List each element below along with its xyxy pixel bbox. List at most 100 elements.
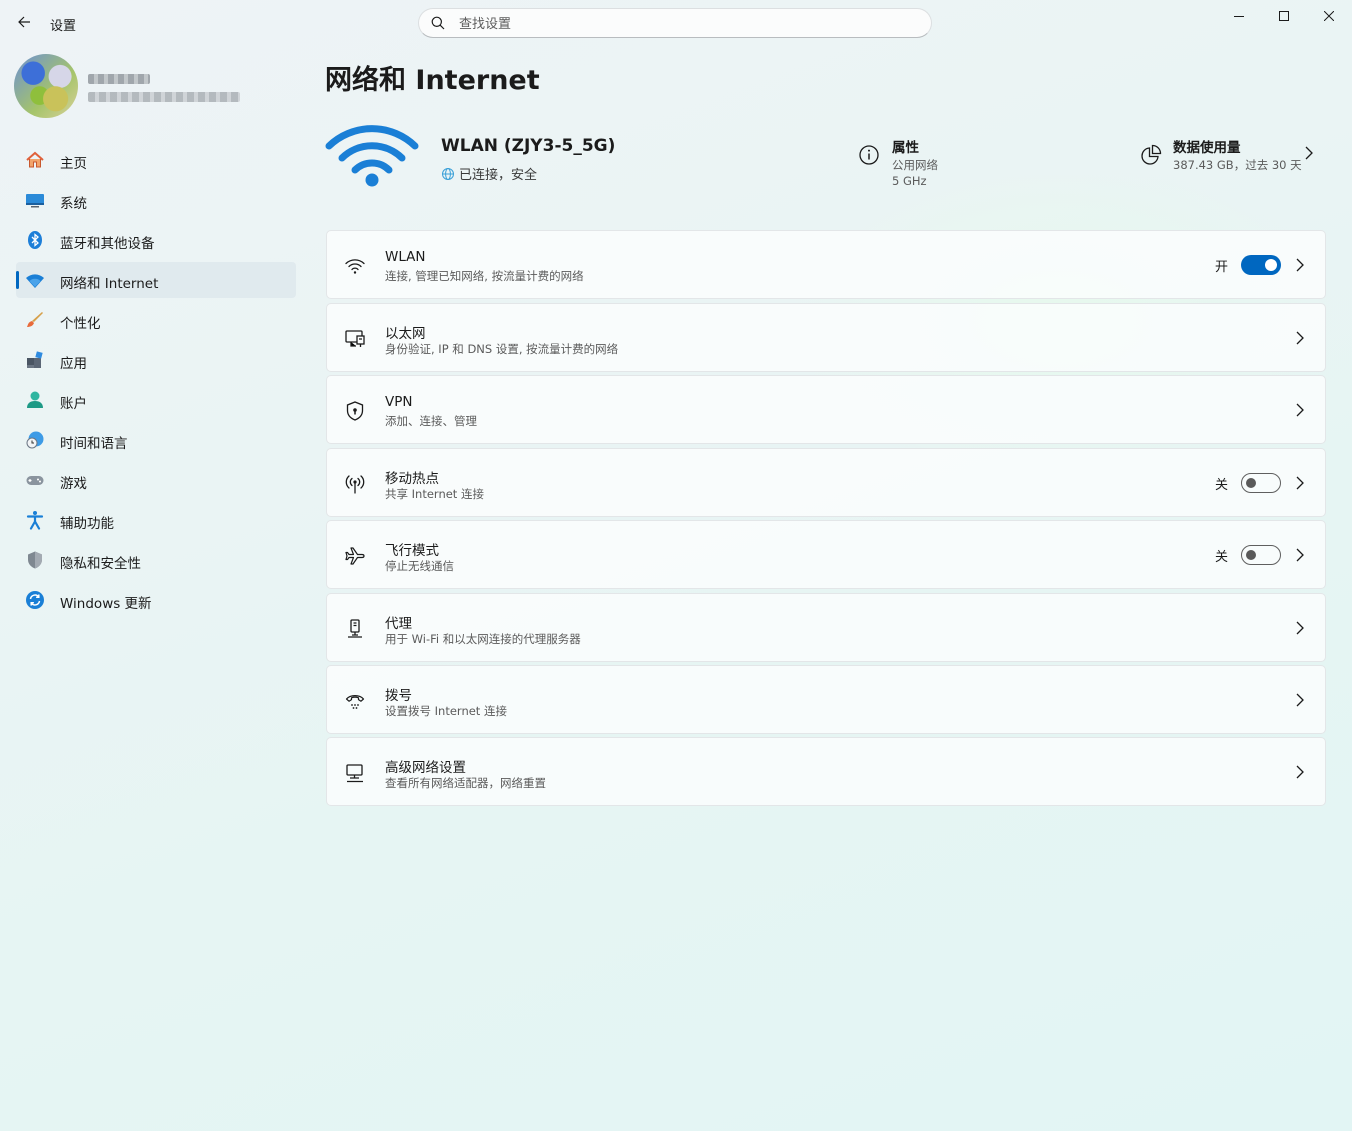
toggle-state-label: 开 xyxy=(1215,260,1229,275)
card-title: 以太网 xyxy=(385,326,426,342)
card-subtitle: 连接, 管理已知网络, 按流量计费的网络 xyxy=(385,269,584,283)
toggle-state-label: 关 xyxy=(1215,550,1229,565)
wifi-icon xyxy=(343,254,367,278)
card-mobile-hotspot[interactable]: 移动热点 共享 Internet 连接 关 xyxy=(326,448,1326,517)
pie-chart-icon xyxy=(1141,144,1162,165)
connection-status-text: 已连接，安全 xyxy=(459,168,538,183)
chevron-right-icon xyxy=(1296,548,1304,562)
wlan-toggle[interactable] xyxy=(1241,255,1281,275)
card-subtitle: 停止无线通信 xyxy=(385,559,454,573)
ethernet-icon xyxy=(343,327,367,351)
apps-icon xyxy=(25,350,45,370)
shield-icon xyxy=(25,550,45,570)
sidebar-item-accounts[interactable]: 账户 xyxy=(16,382,296,418)
chevron-right-icon xyxy=(1296,621,1304,635)
chevron-right-icon xyxy=(1296,476,1304,490)
close-button[interactable] xyxy=(1306,0,1352,32)
user-avatar[interactable] xyxy=(14,54,78,118)
brush-icon xyxy=(25,310,45,330)
close-icon xyxy=(1324,11,1334,21)
sidebar-item-network[interactable]: 网络和 Internet xyxy=(16,262,296,298)
wifi-icon xyxy=(25,270,45,290)
network-type: 公用网络 xyxy=(892,158,938,172)
user-name-redacted xyxy=(88,74,150,84)
connected-network-name: WLAN (ZJY3-5_5G) xyxy=(441,136,616,156)
sidebar-item-label: Windows 更新 xyxy=(60,596,152,612)
search-icon xyxy=(431,16,445,30)
sidebar-item-personalization[interactable]: 个性化 xyxy=(16,302,296,338)
network-band: 5 GHz xyxy=(892,174,927,188)
maximize-button[interactable] xyxy=(1261,0,1307,32)
hotspot-icon xyxy=(343,472,367,496)
home-icon xyxy=(25,150,45,170)
properties-title: 属性 xyxy=(892,140,919,156)
system-icon xyxy=(25,190,45,210)
card-subtitle: 设置拨号 Internet 连接 xyxy=(385,704,507,718)
globe-icon xyxy=(442,167,454,180)
sidebar-item-system[interactable]: 系统 xyxy=(16,182,296,218)
maximize-icon xyxy=(1279,11,1289,21)
search-box[interactable] xyxy=(418,8,932,38)
chevron-right-icon xyxy=(1296,403,1304,417)
sidebar-item-label: 应用 xyxy=(60,356,87,372)
chevron-right-icon xyxy=(1296,258,1304,272)
chevron-right-icon xyxy=(1296,331,1304,345)
sidebar-item-label: 网络和 Internet xyxy=(60,276,159,292)
airplane-mode-toggle[interactable] xyxy=(1241,545,1281,565)
airplane-icon xyxy=(343,544,367,568)
sidebar-item-home[interactable]: 主页 xyxy=(16,142,296,178)
bluetooth-icon xyxy=(25,230,45,250)
sidebar-item-label: 主页 xyxy=(60,156,87,172)
dialup-icon xyxy=(343,689,367,713)
sidebar-item-label: 账户 xyxy=(60,396,87,412)
sidebar-item-label: 系统 xyxy=(60,196,87,212)
card-subtitle: 用于 Wi-Fi 和以太网连接的代理服务器 xyxy=(385,632,581,646)
accessibility-icon xyxy=(25,510,45,530)
title-bar: 设置 xyxy=(0,0,1352,46)
card-subtitle: 共享 Internet 连接 xyxy=(385,487,484,501)
card-subtitle: 身份验证, IP 和 DNS 设置, 按流量计费的网络 xyxy=(385,342,619,356)
mobile-hotspot-toggle[interactable] xyxy=(1241,473,1281,493)
card-proxy[interactable]: 代理 用于 Wi-Fi 和以太网连接的代理服务器 xyxy=(326,593,1326,662)
card-ethernet[interactable]: 以太网 身份验证, IP 和 DNS 设置, 按流量计费的网络 xyxy=(326,303,1326,372)
card-dialup[interactable]: 拨号 设置拨号 Internet 连接 xyxy=(326,665,1326,734)
back-button[interactable] xyxy=(12,10,36,34)
sidebar-item-privacy[interactable]: 隐私和安全性 xyxy=(16,542,296,578)
wifi-hero-icon xyxy=(325,125,419,187)
card-vpn[interactable]: VPN 添加、连接、管理 xyxy=(326,375,1326,444)
sidebar-item-label: 蓝牙和其他设备 xyxy=(60,236,155,252)
chevron-right-icon xyxy=(1296,765,1304,779)
vpn-shield-icon xyxy=(343,399,367,423)
search-input[interactable] xyxy=(457,13,901,35)
back-arrow-icon xyxy=(18,16,30,28)
sidebar-item-apps[interactable]: 应用 xyxy=(16,342,296,378)
sidebar-item-label: 时间和语言 xyxy=(60,436,128,452)
card-title: 移动热点 xyxy=(385,471,439,487)
card-title: 代理 xyxy=(385,616,412,632)
info-icon xyxy=(859,145,879,165)
sidebar-item-bluetooth[interactable]: 蓝牙和其他设备 xyxy=(16,222,296,258)
proxy-icon xyxy=(343,617,367,641)
sidebar-item-label: 隐私和安全性 xyxy=(60,556,141,572)
sidebar-item-gaming[interactable]: 游戏 xyxy=(16,462,296,498)
card-title: VPN xyxy=(385,394,413,410)
sidebar-item-time-language[interactable]: 时间和语言 xyxy=(16,422,296,458)
card-subtitle: 查看所有网络适配器，网络重置 xyxy=(385,776,546,790)
card-airplane-mode[interactable]: 飞行模式 停止无线通信 关 xyxy=(326,520,1326,589)
sidebar-item-accessibility[interactable]: 辅助功能 xyxy=(16,502,296,538)
minimize-button[interactable] xyxy=(1216,0,1262,32)
update-icon xyxy=(25,590,45,610)
data-usage-title: 数据使用量 xyxy=(1173,140,1241,156)
card-title: 高级网络设置 xyxy=(385,760,466,776)
card-advanced-network[interactable]: 高级网络设置 查看所有网络适配器，网络重置 xyxy=(326,737,1326,806)
advanced-network-icon xyxy=(343,761,367,785)
connection-status: 已连接，安全 xyxy=(441,164,537,183)
card-title: 飞行模式 xyxy=(385,543,439,559)
card-wlan[interactable]: WLAN 连接, 管理已知网络, 按流量计费的网络 开 xyxy=(326,230,1326,299)
chevron-right-icon xyxy=(1296,693,1304,707)
toggle-state-label: 关 xyxy=(1215,478,1229,493)
card-title: 拨号 xyxy=(385,688,412,704)
sidebar-item-windows-update[interactable]: Windows 更新 xyxy=(16,582,296,618)
chevron-right-icon xyxy=(1305,146,1313,160)
sidebar-item-label: 个性化 xyxy=(60,316,101,332)
